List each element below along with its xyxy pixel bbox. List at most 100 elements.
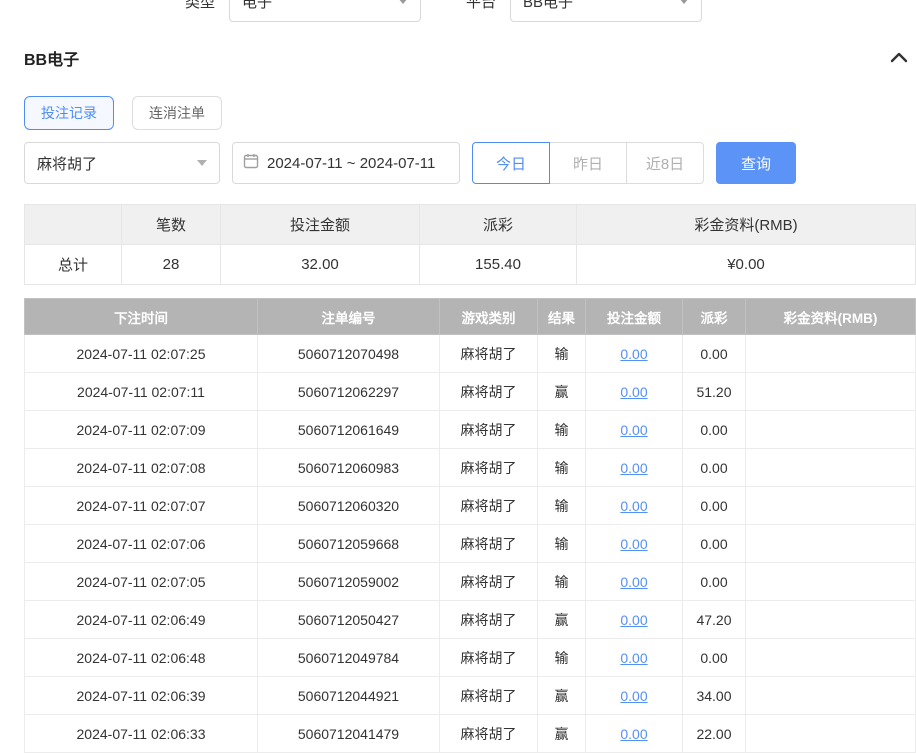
bet-amount-cell: 0.00 (586, 411, 683, 449)
platform-select[interactable]: BB电子 (510, 0, 702, 22)
game-type-cell: 麻将胡了 (440, 411, 538, 449)
section-title: BB电子 (24, 46, 79, 70)
game-type-cell: 麻将胡了 (440, 639, 538, 677)
bet-amount-link[interactable]: 0.00 (620, 384, 647, 400)
result-cell: 输 (538, 335, 586, 373)
bonus-cell (746, 449, 916, 487)
order-id-cell: 5060712060320 (258, 487, 440, 525)
bet-amount-cell: 0.00 (586, 715, 683, 753)
tab-cancelled-orders[interactable]: 连消注单 (132, 96, 222, 130)
type-select[interactable]: 电子 (229, 0, 421, 22)
bet-amount-link[interactable]: 0.00 (620, 574, 647, 590)
game-type-cell: 麻将胡了 (440, 601, 538, 639)
order-id-cell: 5060712060983 (258, 449, 440, 487)
payout-cell: 34.00 (683, 677, 746, 715)
result-cell: 输 (538, 411, 586, 449)
page: 类型 电子 平台 BB电子 BB电子 投注记录 连消注单 麻将胡了 (0, 0, 916, 753)
summary-value-cell: 32.00 (221, 245, 420, 285)
bet-time-cell: 2024-07-11 02:06:33 (25, 715, 258, 753)
bonus-cell (746, 677, 916, 715)
order-id-cell: 5060712050427 (258, 601, 440, 639)
order-id-cell: 5060712059668 (258, 525, 440, 563)
payout-cell: 0.00 (683, 639, 746, 677)
bet-amount-link[interactable]: 0.00 (620, 726, 647, 742)
collapse-button[interactable] (890, 51, 908, 66)
bet-time-cell: 2024-07-11 02:07:09 (25, 411, 258, 449)
bet-time-cell: 2024-07-11 02:06:49 (25, 601, 258, 639)
bet-amount-cell: 0.00 (586, 525, 683, 563)
order-id-cell: 5060712061649 (258, 411, 440, 449)
bonus-cell (746, 525, 916, 563)
bet-amount-link[interactable]: 0.00 (620, 498, 647, 514)
tab-bet-records[interactable]: 投注记录 (24, 96, 114, 130)
result-cell: 赢 (538, 715, 586, 753)
platform-label: 平台 (466, 0, 496, 12)
order-id-cell: 5060712049784 (258, 639, 440, 677)
bonus-cell (746, 373, 916, 411)
calendar-icon (243, 153, 259, 174)
table-row: 2024-07-11 02:06:48 5060712049784 麻将胡了 输… (25, 639, 916, 677)
bet-amount-link[interactable]: 0.00 (620, 346, 647, 362)
chevron-down-icon (679, 0, 689, 4)
order-id-cell: 5060712059002 (258, 563, 440, 601)
result-cell: 输 (538, 525, 586, 563)
records-header-cell: 游戏类别 (440, 299, 538, 335)
search-button[interactable]: 查询 (716, 142, 796, 184)
game-type-cell: 麻将胡了 (440, 525, 538, 563)
payout-cell: 0.00 (683, 411, 746, 449)
order-id-cell: 5060712041479 (258, 715, 440, 753)
bet-amount-cell: 0.00 (586, 373, 683, 411)
summary-value-cell: ¥0.00 (577, 245, 916, 285)
records-header-cell: 结果 (538, 299, 586, 335)
bonus-cell (746, 563, 916, 601)
bet-amount-cell: 0.00 (586, 639, 683, 677)
payout-cell: 0.00 (683, 563, 746, 601)
type-label: 类型 (185, 0, 215, 12)
section-header: BB电子 (24, 46, 916, 70)
summary-data-row: 总计2832.00155.40¥0.00 (25, 245, 916, 285)
chevron-down-icon (197, 160, 207, 166)
table-row: 2024-07-11 02:06:49 5060712050427 麻将胡了 赢… (25, 601, 916, 639)
last-8-days-button[interactable]: 近8日 (626, 142, 704, 184)
quick-date-group: 今日 昨日 近8日 (472, 142, 704, 184)
bonus-cell (746, 715, 916, 753)
bet-time-cell: 2024-07-11 02:07:25 (25, 335, 258, 373)
bet-time-cell: 2024-07-11 02:07:08 (25, 449, 258, 487)
payout-cell: 0.00 (683, 525, 746, 563)
result-cell: 赢 (538, 373, 586, 411)
table-row: 2024-07-11 02:07:11 5060712062297 麻将胡了 赢… (25, 373, 916, 411)
order-id-cell: 5060712070498 (258, 335, 440, 373)
game-select-value: 麻将胡了 (37, 153, 97, 174)
date-range-input[interactable]: 2024-07-11 ~ 2024-07-11 (232, 142, 460, 184)
records-header-cell: 派彩 (683, 299, 746, 335)
summary-total-label: 总计 (25, 245, 122, 285)
summary-header-row: 笔数投注金额派彩彩金资料(RMB) (25, 205, 916, 245)
bet-amount-link[interactable]: 0.00 (620, 612, 647, 628)
bonus-cell (746, 411, 916, 449)
bet-amount-link[interactable]: 0.00 (620, 460, 647, 476)
platform-select-value: BB电子 (523, 0, 573, 12)
bet-amount-link[interactable]: 0.00 (620, 688, 647, 704)
game-type-cell: 麻将胡了 (440, 449, 538, 487)
bonus-cell (746, 601, 916, 639)
bet-time-cell: 2024-07-11 02:07:07 (25, 487, 258, 525)
bet-time-cell: 2024-07-11 02:06:48 (25, 639, 258, 677)
result-cell: 输 (538, 563, 586, 601)
game-select[interactable]: 麻将胡了 (24, 142, 220, 184)
game-type-cell: 麻将胡了 (440, 335, 538, 373)
bet-amount-link[interactable]: 0.00 (620, 536, 647, 552)
yesterday-button[interactable]: 昨日 (549, 142, 627, 184)
bet-amount-link[interactable]: 0.00 (620, 422, 647, 438)
payout-cell: 22.00 (683, 715, 746, 753)
table-row: 2024-07-11 02:07:07 5060712060320 麻将胡了 输… (25, 487, 916, 525)
game-type-cell: 麻将胡了 (440, 563, 538, 601)
bet-amount-link[interactable]: 0.00 (620, 650, 647, 666)
today-button[interactable]: 今日 (472, 142, 550, 184)
game-type-cell: 麻将胡了 (440, 715, 538, 753)
records-table-body: 2024-07-11 02:07:25 5060712070498 麻将胡了 输… (25, 335, 916, 753)
bet-amount-cell: 0.00 (586, 563, 683, 601)
bet-time-cell: 2024-07-11 02:07:11 (25, 373, 258, 411)
table-row: 2024-07-11 02:06:39 5060712044921 麻将胡了 赢… (25, 677, 916, 715)
bet-amount-cell: 0.00 (586, 601, 683, 639)
table-row: 2024-07-11 02:07:05 5060712059002 麻将胡了 输… (25, 563, 916, 601)
